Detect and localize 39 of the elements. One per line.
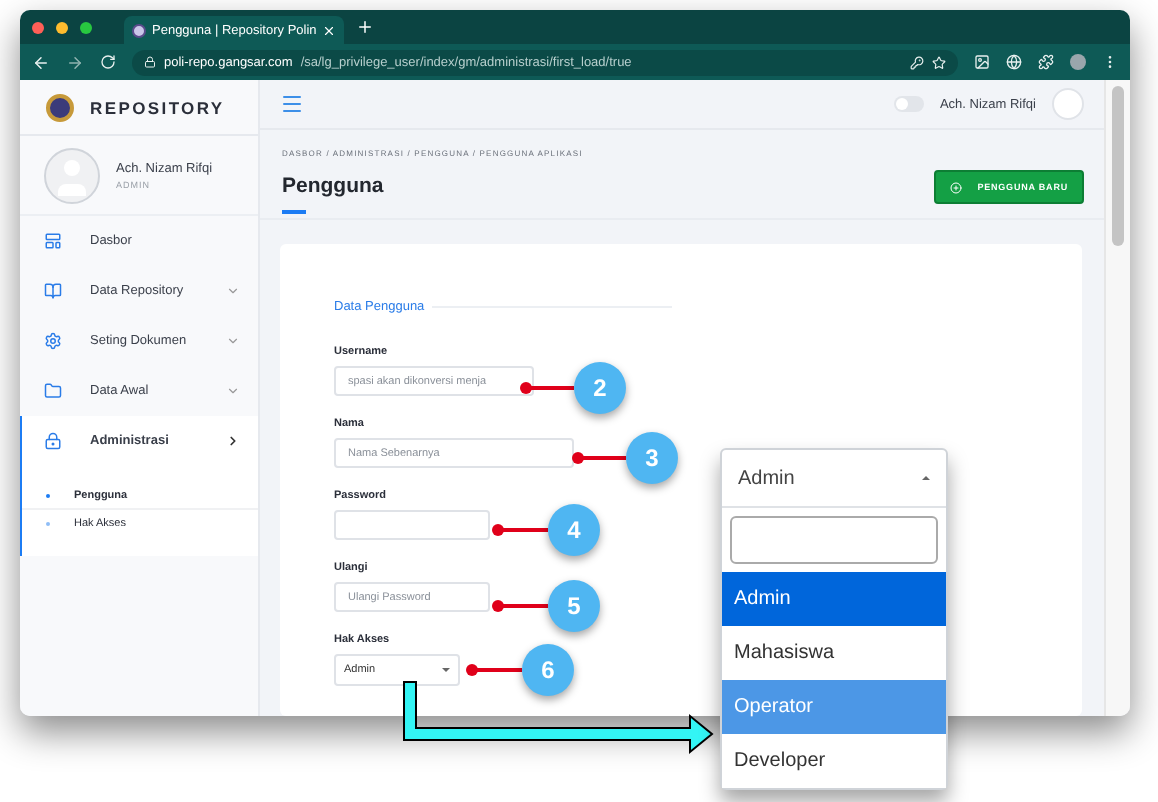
profile-avatar[interactable] [1070, 54, 1086, 70]
leader-line [500, 604, 548, 608]
dropdown-value[interactable]: Admin [722, 450, 946, 508]
toggle-switch[interactable] [893, 96, 924, 112]
back-icon[interactable] [32, 53, 50, 71]
search-field[interactable] [730, 516, 938, 564]
key-icon[interactable] [910, 55, 924, 69]
puzzle-icon[interactable] [1038, 54, 1054, 70]
maximize-window-icon[interactable] [80, 21, 92, 33]
avatar-icon [44, 147, 100, 203]
minimize-window-icon[interactable] [56, 21, 68, 33]
leader-line [580, 456, 626, 460]
plus-circle-icon [949, 181, 962, 193]
lock-icon [144, 56, 156, 68]
menu-item-icon [44, 282, 62, 300]
globe-icon[interactable] [1006, 54, 1022, 70]
star-icon[interactable] [932, 55, 946, 69]
leader-line [474, 668, 522, 672]
menu-item-icon [44, 332, 62, 350]
forward-icon[interactable] [66, 53, 84, 71]
page-title: Pengguna [282, 174, 386, 198]
menu-item-icon [44, 382, 62, 400]
close-window-icon[interactable] [32, 21, 44, 33]
menu-item-icon [44, 432, 62, 450]
logo-icon [46, 93, 74, 121]
input-field[interactable] [334, 510, 490, 540]
scrollbar-thumb[interactable] [1112, 86, 1124, 246]
brand-title: REPOSITORY [90, 97, 225, 117]
new-tab-icon[interactable] [356, 18, 375, 36]
close-icon[interactable] [322, 23, 337, 37]
dropdown-option[interactable]: Developer [722, 734, 946, 788]
leader-line [500, 528, 548, 532]
menu-icon[interactable] [280, 92, 304, 116]
menu-item-icon [44, 232, 62, 250]
dropdown-option[interactable]: Admin [722, 572, 946, 626]
reload-icon[interactable] [100, 54, 116, 70]
leader-line [528, 386, 574, 390]
dropdown-option[interactable]: Mahasiswa [722, 626, 946, 680]
image-icon[interactable] [974, 54, 990, 70]
